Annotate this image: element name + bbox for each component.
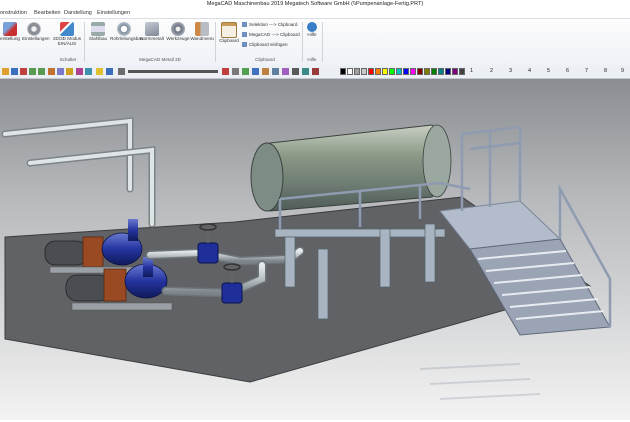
tab-bearbeiten[interactable]: Bearbeiten bbox=[34, 9, 61, 17]
tab-darstellung[interactable]: Darstellung bbox=[64, 9, 92, 17]
help-button[interactable]: Hilfe bbox=[303, 22, 321, 52]
color-swatch[interactable] bbox=[438, 68, 444, 75]
paste-icon bbox=[242, 42, 247, 48]
attribute-icon[interactable] bbox=[282, 68, 289, 75]
color-swatch[interactable] bbox=[361, 68, 367, 75]
tab-konstruktion[interactable]: onstruktion bbox=[0, 9, 27, 17]
selection-to-clipboard-button[interactable]: Selektion ---> Clipboard bbox=[242, 22, 297, 28]
wandmenu-button[interactable]: Wandmenü bbox=[190, 22, 214, 52]
color-swatch[interactable] bbox=[459, 68, 465, 75]
megacad-to-clipboard-button[interactable]: MegaCAD ---> Clipboard bbox=[242, 32, 300, 38]
paste-clipboard-button[interactable]: Clipboard einfügen bbox=[242, 42, 288, 48]
wall-menu-icon bbox=[195, 22, 209, 36]
open-icon[interactable] bbox=[2, 68, 9, 75]
pipe-icon bbox=[117, 22, 131, 36]
rohrleitungsbau-button[interactable]: Rohrleitungsbau bbox=[110, 22, 143, 52]
color-swatch[interactable] bbox=[382, 68, 388, 75]
color-swatch[interactable] bbox=[452, 68, 458, 75]
group-icon[interactable] bbox=[272, 68, 279, 75]
color-swatch[interactable] bbox=[445, 68, 451, 75]
help-icon bbox=[307, 22, 317, 32]
overhead-pipes bbox=[1, 117, 156, 228]
layer-number-2[interactable]: 2 bbox=[490, 67, 493, 76]
mode-toggle-button[interactable]: 2D/3D Modus EIN/AUS bbox=[52, 22, 82, 52]
save-icon[interactable] bbox=[11, 68, 18, 75]
group-label-metall: MegaCAD Metall 3D bbox=[139, 57, 181, 62]
screwdriver-icon bbox=[3, 22, 17, 36]
layer-icon[interactable] bbox=[48, 68, 55, 75]
undo-icon[interactable] bbox=[29, 68, 36, 75]
delete-icon[interactable] bbox=[312, 68, 319, 75]
properties-icon[interactable] bbox=[292, 68, 299, 75]
werkzeuge-button[interactable]: Werkzeuge bbox=[166, 22, 190, 52]
color-swatch[interactable] bbox=[347, 68, 353, 75]
scissors-icon bbox=[242, 22, 247, 28]
color-swatch[interactable] bbox=[389, 68, 395, 75]
measure-icon[interactable] bbox=[76, 68, 83, 75]
color-swatch[interactable] bbox=[368, 68, 374, 75]
symbol-icon[interactable] bbox=[262, 68, 269, 75]
floor-reflection bbox=[419, 363, 541, 400]
pen-icon[interactable] bbox=[222, 68, 229, 75]
layer-number-3[interactable]: 3 bbox=[509, 67, 512, 76]
color-swatch[interactable] bbox=[375, 68, 381, 75]
hatch-icon[interactable] bbox=[232, 68, 239, 75]
color-swatch[interactable] bbox=[424, 68, 430, 75]
redo-icon[interactable] bbox=[38, 68, 45, 75]
separator bbox=[215, 22, 216, 62]
text-icon[interactable] bbox=[242, 68, 249, 75]
pump-station-model bbox=[1, 117, 612, 400]
color-swatch[interactable] bbox=[431, 68, 437, 75]
layer-number-8[interactable]: 8 bbox=[604, 67, 607, 76]
copy-icon bbox=[242, 32, 247, 38]
group-label-hilfe: Hilfe bbox=[307, 57, 317, 62]
highlight-icon[interactable] bbox=[96, 68, 103, 75]
tab-einstellungen[interactable]: Einstellungen bbox=[97, 9, 130, 17]
clipboard-icon bbox=[221, 22, 237, 38]
separator bbox=[84, 22, 85, 62]
layer-number-1[interactable]: 1 bbox=[470, 67, 473, 76]
view-icon[interactable] bbox=[57, 68, 64, 75]
line-style-icon[interactable] bbox=[118, 68, 125, 75]
einstellungen-button[interactable]: Einstellungen bbox=[22, 22, 50, 52]
clipboard-button[interactable]: Clipboard bbox=[217, 22, 241, 52]
render-icon[interactable] bbox=[302, 68, 309, 75]
main-toolbar: 1 2 3 4 5 6 7 8 9 bbox=[0, 66, 630, 79]
cut-icon[interactable] bbox=[20, 68, 27, 75]
dimension-icon[interactable] bbox=[252, 68, 259, 75]
stahlbau-button[interactable]: Stahlbau bbox=[86, 22, 110, 52]
separator bbox=[322, 22, 323, 62]
zoom-icon[interactable] bbox=[106, 68, 113, 75]
3d-viewport[interactable] bbox=[0, 79, 630, 420]
normmetall-button[interactable]: Normmetall bbox=[138, 22, 166, 52]
mode-toggle-icon bbox=[60, 22, 74, 36]
menu-bar: onstruktion Bearbeiten Darstellung Einst… bbox=[0, 8, 630, 18]
color-swatch[interactable] bbox=[396, 68, 402, 75]
color-swatch[interactable] bbox=[417, 68, 423, 75]
layer-number-7[interactable]: 7 bbox=[585, 67, 588, 76]
color-swatch[interactable] bbox=[403, 68, 409, 75]
color-swatch[interactable] bbox=[354, 68, 360, 75]
color-swatch[interactable] bbox=[340, 68, 346, 75]
snap-icon[interactable] bbox=[85, 68, 92, 75]
layer-number-4[interactable]: 4 bbox=[528, 67, 531, 76]
grid-icon[interactable] bbox=[66, 68, 73, 75]
color-swatch[interactable] bbox=[410, 68, 416, 75]
layer-number-5[interactable]: 5 bbox=[547, 67, 550, 76]
line-width-slider[interactable] bbox=[128, 70, 218, 73]
gear-icon bbox=[27, 22, 41, 36]
window-title: MegaCAD Maschinenbau 2019 Megatech Softw… bbox=[0, 0, 630, 8]
sheet-metal-icon bbox=[145, 22, 159, 36]
layer-number-6[interactable]: 6 bbox=[566, 67, 569, 76]
tools-icon bbox=[171, 22, 185, 36]
group-label-clipboard: Clipboard bbox=[255, 57, 275, 62]
steel-beam-icon bbox=[91, 22, 105, 36]
layer-number-9[interactable]: 9 bbox=[621, 67, 624, 76]
erstellung-button[interactable]: erstellung bbox=[0, 22, 22, 52]
group-label-schalter: Schalter bbox=[59, 57, 77, 62]
ribbon: erstellung Einstellungen 2D/3D Modus EIN… bbox=[0, 18, 630, 68]
